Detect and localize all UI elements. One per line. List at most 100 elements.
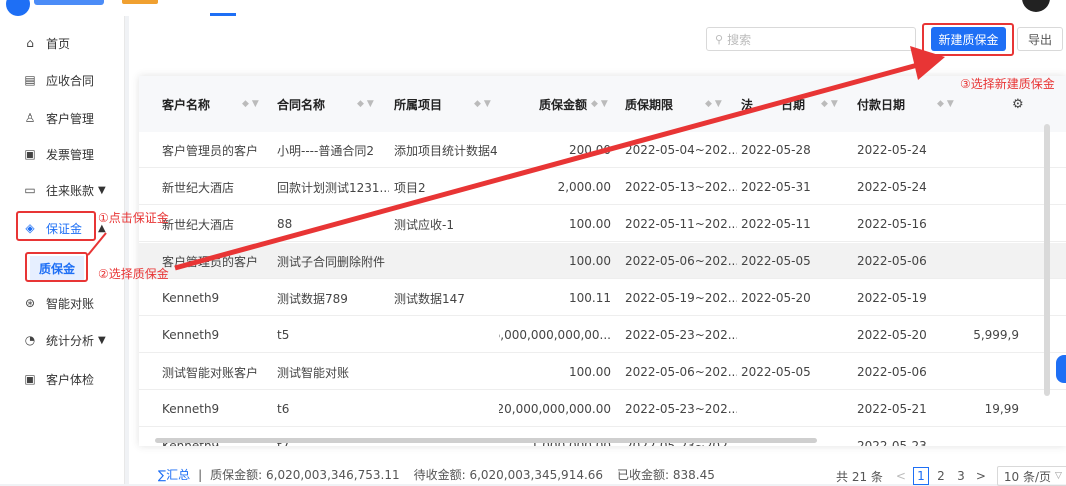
column-header-contract[interactable]: 合同名称 ◆▼ <box>277 92 374 116</box>
column-header-deadline[interactable]: 法日期 ◆▼ <box>741 92 838 116</box>
gear-icon[interactable]: ⚙ <box>1012 97 1024 112</box>
column-header-amount[interactable]: 质保金额 ◆▼ <box>539 92 608 116</box>
table-cell-customer: Kenneth9 <box>162 291 220 305</box>
search-input[interactable]: ⚲ 搜索 <box>706 27 916 51</box>
table-row[interactable]: 客户管理员的客户 小明----普通合同2 添加项目统计数据4 200.00 2022-0… <box>139 132 1066 168</box>
sidebar-item-label: 客户体检 <box>46 372 95 387</box>
table-cell-paydate: 2022-05-06 <box>857 365 927 379</box>
table-cell-contract: t5 <box>277 328 290 342</box>
sidebar-item-home[interactable]: ⌂ 首页 <box>0 29 125 57</box>
vertical-scrollbar[interactable] <box>1044 124 1050 396</box>
table-row[interactable]: 新世纪大酒店 回款计划测试1231... 项目2 2,000.00 2022-05-13… <box>139 169 1066 205</box>
logo-text <box>34 0 104 5</box>
summary-toggle[interactable]: ∑汇总 <box>158 466 190 483</box>
home-icon: ⌂ <box>26 36 34 50</box>
table-cell-deadline: 2022-05-05 <box>741 365 811 379</box>
table-cell-period: 2022-05-13~202... <box>625 180 737 194</box>
table-cell-paydate: 2022-05-21 <box>857 402 927 416</box>
annotation-step1: ①点击保证金 <box>98 211 169 225</box>
table-cell-contract: 回款计划测试1231... <box>277 180 389 195</box>
sidebar-item-label: 统计分析 <box>46 333 95 348</box>
annotation-step2: ②选择质保金 <box>98 267 169 281</box>
sidebar-item-label: 发票管理 <box>46 147 95 162</box>
sidebar-item-label: 客户管理 <box>46 111 95 126</box>
page-3[interactable]: 3 <box>953 467 969 485</box>
table-row[interactable]: Kenneth9 t7 1,000,000.00 2022-05-23~202... 2… <box>139 428 1066 446</box>
table-cell-paydate: 2022-05-20 <box>857 328 927 342</box>
column-header-paydate[interactable]: 付款日期 ◆▼ <box>857 92 954 116</box>
table-cell-extra <box>959 243 1019 279</box>
sidebar: ⌂ 首页 ▤ 应收合同 ♙ 客户管理 ▣ 发票管理 ▭ 往来账款 ▼ ◈ 保证金… <box>0 16 125 484</box>
table-cell-project: 项目2 <box>394 180 426 195</box>
table-row[interactable]: 客户管理员的客户 测试子合同删除附件 100.00 2022-05-06~202...… <box>139 243 1066 279</box>
reconcile-icon: ⊛ <box>24 296 36 310</box>
sort-filter-icon: ◆▼ <box>591 99 611 109</box>
table-row[interactable]: 新世纪大酒店 88 测试应收-1 100.00 2022-05-11~202... 202… <box>139 206 1066 242</box>
avatar[interactable] <box>1022 0 1050 12</box>
table-cell-paydate: 2022-05-06 <box>857 254 927 268</box>
next-page-button[interactable]: > <box>973 467 989 485</box>
page-size-select[interactable]: 10 条/页 ▽ <box>996 466 1066 486</box>
table-header: 客户名称 ◆▼ 合同名称 ◆▼ 所属项目 ◆▼ 质保金额 ◆▼ 质保期限 ◆▼ 法日期 ◆▼… <box>139 76 1066 132</box>
table-cell-contract: t7 <box>277 428 389 446</box>
table-cell-deadline: 2022-05-20 <box>741 291 811 305</box>
table-row[interactable]: Kenneth9 t5 6,000,000,000,00... 2022-05-23~… <box>139 317 1066 353</box>
sort-filter-icon: ◆▼ <box>937 99 957 109</box>
table-cell-paydate: 2022-05-24 <box>857 143 927 157</box>
table-cell-paydate: 2022-05-23 <box>857 439 927 446</box>
page-1[interactable]: 1 <box>912 467 929 485</box>
column-header-period[interactable]: 质保期限 ◆▼ <box>625 92 722 116</box>
sort-filter-icon: ◆▼ <box>357 99 377 109</box>
table-cell-period: 2022-05-04~202... <box>625 143 737 157</box>
table-cell-customer: 测试智能对账客户 <box>162 365 259 380</box>
horizontal-scrollbar[interactable] <box>155 438 817 443</box>
table-cell-extra <box>959 206 1019 242</box>
sidebar-item-label: 应收合同 <box>46 73 95 88</box>
table-cell-customer: 新世纪大酒店 <box>162 180 235 195</box>
sidebar-item-accounts[interactable]: ▭ 往来账款 ▼ <box>0 176 125 204</box>
table-cell-extra: 19,99 <box>984 402 1019 416</box>
sidebar-item-reconcile[interactable]: ⊛ 智能对账 <box>0 289 125 317</box>
table-cell-amount: 100.00 <box>569 217 611 231</box>
table-cell-period: 2022-05-11~202... <box>625 217 737 231</box>
column-header-project[interactable]: 所属项目 ◆▼ <box>394 92 491 116</box>
table-cell-paydate: 2022-05-24 <box>857 180 927 194</box>
annotation-box-deposit <box>16 211 96 241</box>
annotation-step3: ③选择新建质保金 <box>960 77 1055 91</box>
invoice-icon: ▣ <box>24 147 36 161</box>
total-count: 共 21 条 <box>836 469 883 484</box>
sort-filter-icon: ◆▼ <box>242 99 262 109</box>
table-row[interactable]: Kenneth9 t6 20,000,000,000.00 2022-05-23~20… <box>139 391 1066 427</box>
table-row[interactable]: Kenneth9 测试数据789 测试数据147 100.11 2022-05-19~2… <box>139 280 1066 316</box>
sidebar-item-analytics[interactable]: ◔ 统计分析 ▼ <box>0 326 125 354</box>
floating-widget[interactable] <box>1056 355 1066 383</box>
table-cell-amount: 100.00 <box>569 254 611 268</box>
table-cell-period: 2022-05-23~202... <box>625 328 737 342</box>
column-header-customer[interactable]: 客户名称 ◆▼ <box>162 92 259 116</box>
sidebar-item-customers[interactable]: ♙ 客户管理 <box>0 104 125 132</box>
logo-icon <box>6 0 30 16</box>
table-cell-period: 2022-05-06~202... <box>625 254 737 268</box>
page-2[interactable]: 2 <box>933 467 949 485</box>
summary-bar: ∑汇总 | 质保金额: 6,020,003,346,753.11 待收金额: 6… <box>158 466 715 483</box>
table-cell-customer: Kenneth9 <box>162 402 220 416</box>
prev-page-button[interactable]: < <box>893 467 909 485</box>
table-cell-project: 测试应收-1 <box>394 217 454 232</box>
sidebar-item-contracts[interactable]: ▤ 应收合同 <box>0 66 125 94</box>
sidebar-item-label: 首页 <box>46 36 71 51</box>
monitor-icon: ▣ <box>24 372 36 386</box>
chevron-down-icon: ▼ <box>98 334 106 346</box>
received-amount: 已收金额: 838.45 <box>617 468 715 482</box>
table-cell-amount: 200.00 <box>569 143 611 157</box>
pending-amount: 待收金额: 6,020,003,345,914.66 <box>413 468 604 482</box>
export-button[interactable]: 导出 <box>1017 27 1063 51</box>
table-cell-contract: 88 <box>277 217 293 231</box>
sidebar-item-checkup[interactable]: ▣ 客户体检 <box>0 365 125 393</box>
table-cell-deadline: 2022-05-31 <box>741 180 811 194</box>
chevron-down-icon: ▼ <box>98 184 106 196</box>
table-cell-deadline <box>741 317 841 353</box>
table-row[interactable]: 测试智能对账客户 测试智能对账 100.00 2022-05-06~202... 202… <box>139 354 1066 390</box>
sidebar-item-invoices[interactable]: ▣ 发票管理 <box>0 140 125 168</box>
table-cell-deadline <box>741 391 841 427</box>
table-cell-deadline: 2022-05-11 <box>741 217 811 231</box>
